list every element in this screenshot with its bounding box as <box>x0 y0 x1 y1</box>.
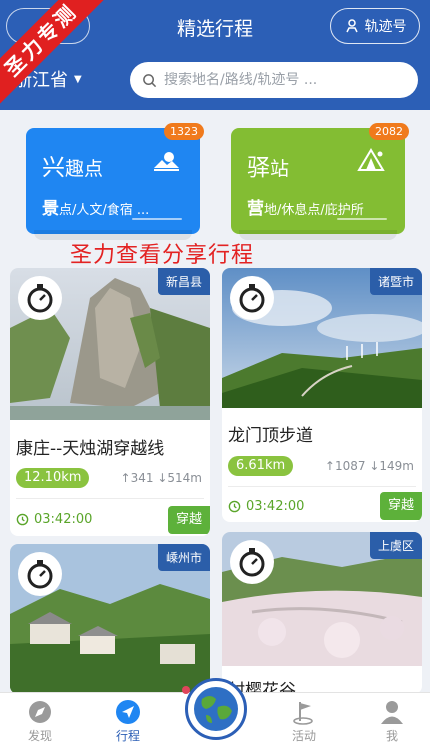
card-shadow <box>239 230 397 240</box>
county-tag: 嵊州市 <box>157 544 210 571</box>
tent-icon <box>357 148 385 171</box>
nav-item-me[interactable]: 我 <box>362 699 422 744</box>
trip-card[interactable]: 新昌县 康庄--天烛湖穿越线 12.10km ↑341 ↓514m 03:42:… <box>10 268 210 536</box>
trip-card[interactable]: 上虞区 村樱花谷 <box>222 532 422 694</box>
nav-label-discover: 发现 <box>27 729 52 743</box>
ascent-value: 341 <box>130 471 154 485</box>
nav-label-trips: 行程 <box>115 729 140 743</box>
clock-icon <box>16 513 29 526</box>
elevation-stats: ↑1087 ↓149m <box>325 459 414 473</box>
ascent-value: 1087 <box>334 459 366 473</box>
search-icon <box>143 73 157 87</box>
poi-title-rest: 趣点 <box>65 158 104 180</box>
elevation-stats: ↑341 ↓514m <box>121 471 202 485</box>
poi-title-lead: 兴 <box>42 155 65 181</box>
traverse-button[interactable]: 穿越 <box>168 506 210 534</box>
track-person-icon <box>345 19 358 33</box>
share-banner: 圣力查看分享行程 <box>70 243 255 268</box>
duration-value: 03:42:00 <box>34 512 93 527</box>
station-sub-lead: 营 <box>247 199 264 219</box>
distance-badge: 6.61km <box>228 456 294 476</box>
station-subtitle: 营地/休息点/庇护所 <box>247 194 364 219</box>
track-number-label: 轨迹号 <box>364 19 407 35</box>
county-tag: 上虞区 <box>369 532 422 559</box>
station-title-lead: 驿 <box>247 155 270 181</box>
poi-count-badge: 1323 <box>164 123 204 140</box>
flag-icon <box>293 702 313 725</box>
discover-icon <box>29 701 51 723</box>
county-tag: 诸暨市 <box>369 268 422 295</box>
stopwatch-badge <box>230 540 274 584</box>
trip-name: 康庄--天烛湖穿越线 <box>16 439 165 459</box>
station-count-badge: 2082 <box>369 123 409 140</box>
stopwatch-badge <box>18 276 62 320</box>
poi-underline <box>132 218 182 220</box>
track-number-button[interactable]: 轨迹号 <box>330 8 420 44</box>
stopwatch-icon <box>27 560 53 589</box>
trip-card[interactable]: 嵊州市 <box>10 544 210 694</box>
ascent-icon: ↑ <box>120 471 131 485</box>
descent-value: 514m <box>167 471 202 485</box>
nav-label-me: 我 <box>385 729 398 743</box>
poi-sub-lead: 景 <box>42 199 59 219</box>
nav-item-discover[interactable]: 发现 <box>10 699 70 744</box>
duration-value: 03:42:00 <box>246 499 305 514</box>
navigate-icon <box>116 700 140 724</box>
station-sub-rest: 地/休息点/庇护所 <box>264 203 364 218</box>
descent-icon: ↓ <box>369 459 380 473</box>
caret-down-icon: ▼ <box>74 73 82 85</box>
nav-item-trips[interactable]: 行程 <box>98 699 158 744</box>
duration-row: 03:42:00 <box>16 512 92 527</box>
ascent-icon: ↑ <box>324 459 335 473</box>
globe-center-button[interactable] <box>185 678 247 740</box>
station-title-rest: 站 <box>270 158 290 180</box>
traverse-button[interactable]: 穿越 <box>380 492 422 520</box>
station-category-card[interactable]: 驿站 营地/休息点/庇护所 2082 <box>231 123 409 240</box>
trip-card[interactable]: 诸暨市 龙门顶步道 6.61km ↑1087 ↓149m 03:42:00 穿越 <box>222 268 422 522</box>
poi-category-card[interactable]: 兴趣点 景点/人文/食宿 ... 1323 <box>26 123 204 240</box>
stopwatch-icon <box>239 548 265 577</box>
stopwatch-badge <box>230 276 274 320</box>
stopwatch-icon <box>239 284 265 313</box>
descent-icon: ↓ <box>157 471 168 485</box>
duration-row: 03:42:00 <box>228 499 304 514</box>
search-input[interactable] <box>164 72 404 88</box>
poi-subtitle: 景点/人文/食宿 ... <box>42 194 149 219</box>
globe-icon <box>194 687 238 731</box>
mountain-sun-icon <box>154 152 179 171</box>
nav-label-activities: 活动 <box>291 729 316 743</box>
descent-value: 149m <box>379 459 414 473</box>
station-underline <box>337 218 387 220</box>
county-tag: 新昌县 <box>157 268 210 295</box>
divider <box>228 486 416 487</box>
search-bar[interactable] <box>130 62 418 98</box>
poi-sub-rest: 点/人文/食宿 ... <box>59 203 150 218</box>
divider <box>16 498 204 499</box>
person-icon <box>381 701 403 724</box>
clock-icon <box>228 500 241 513</box>
nav-item-activities[interactable]: 活动 <box>274 699 334 744</box>
stopwatch-icon <box>27 284 53 313</box>
trip-name: 龙门顶步道 <box>228 426 313 446</box>
distance-badge: 12.10km <box>16 468 90 488</box>
stopwatch-badge <box>18 552 62 596</box>
